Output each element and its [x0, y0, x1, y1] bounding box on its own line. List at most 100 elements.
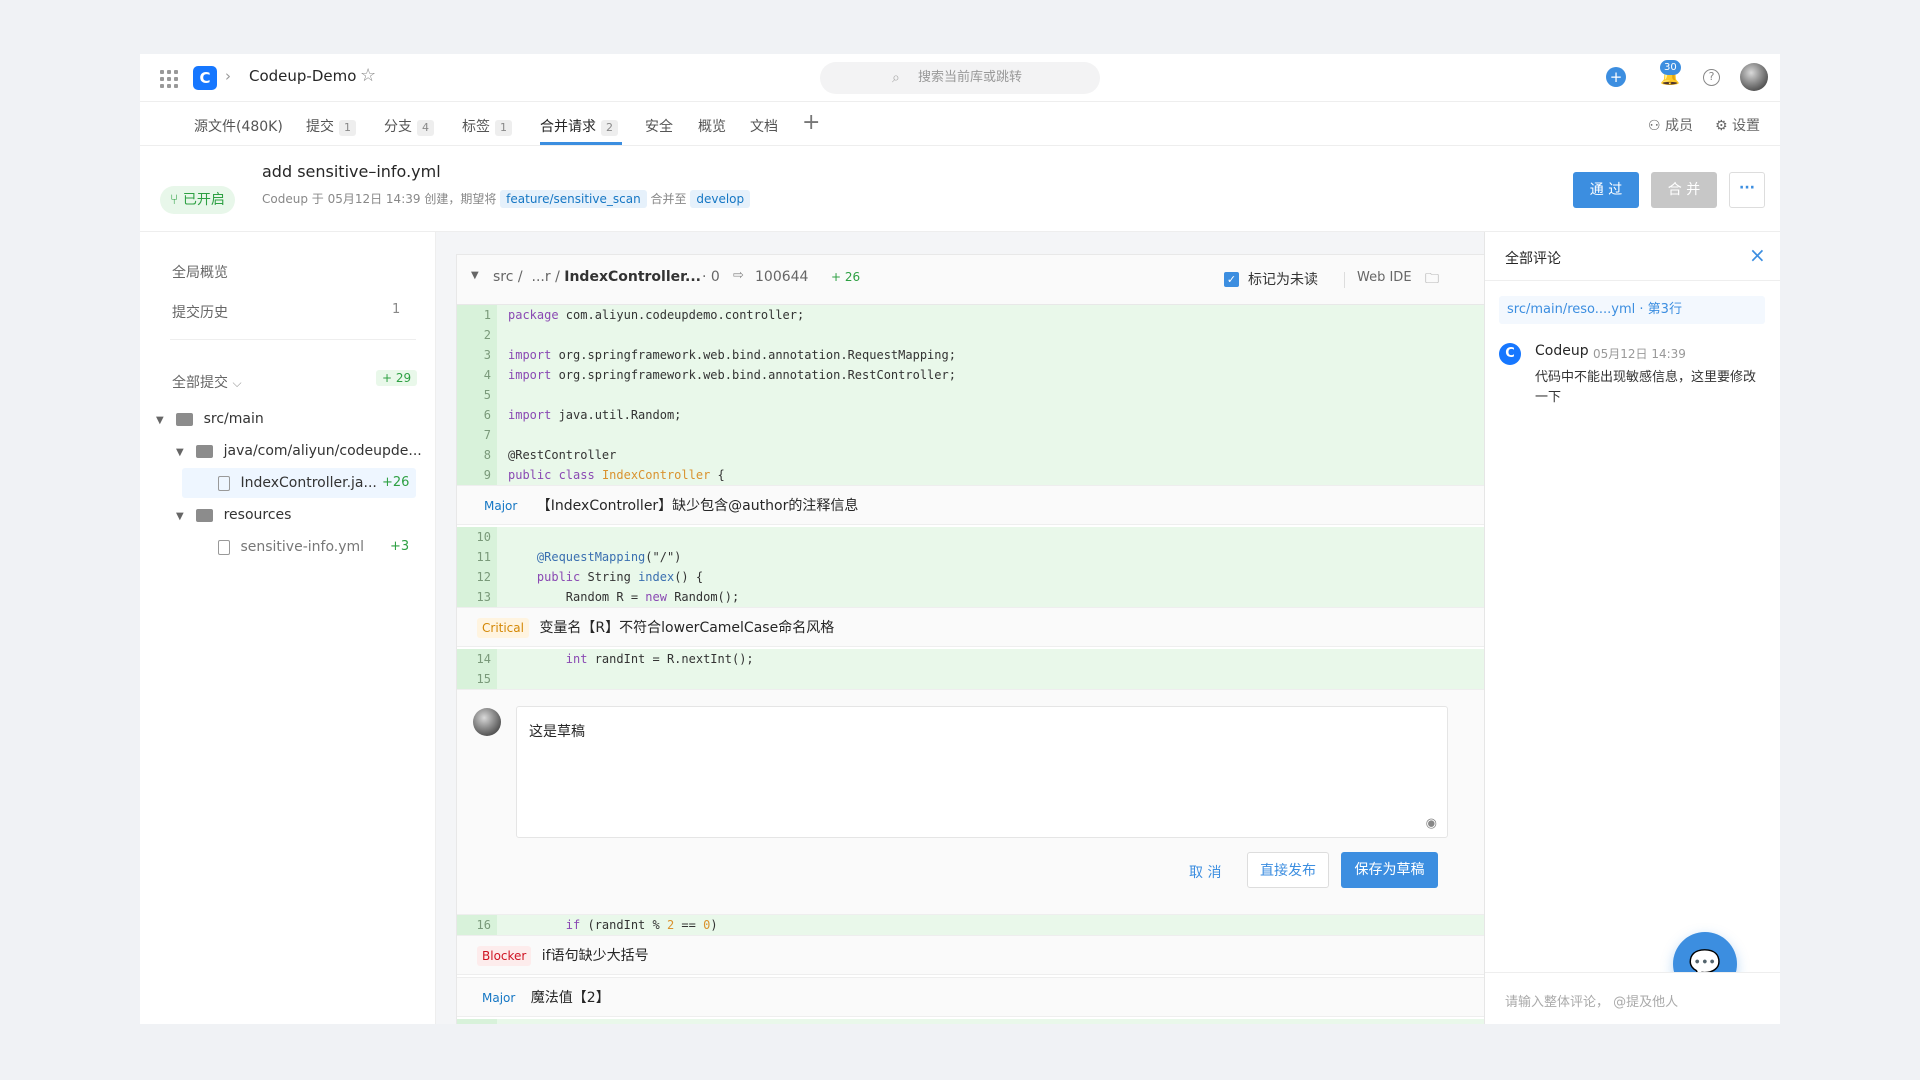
code-line: 7: [457, 425, 1581, 445]
active-tab-indicator: [540, 142, 622, 145]
tree-file-indexcontroller[interactable]: IndexController.ja... +26: [182, 468, 416, 498]
commenter-avatar: [473, 708, 501, 736]
arrow-right-icon: ⇨: [733, 268, 744, 283]
mr-meta: Codeup 于 05月12日 14:39 创建，期望将 feature/sen…: [262, 190, 751, 208]
code-line: 16 if (randInt % 2 == 0): [457, 915, 1581, 935]
file-path: src / ...r / IndexController...: [493, 269, 702, 285]
code-line: 4 import org.springframework.web.bind.ann…: [457, 365, 1581, 385]
cancel-button[interactable]: 取 消: [1189, 862, 1221, 882]
code-line: 1 package com.aliyun.codeupdemo.controlle…: [457, 305, 1581, 325]
caret-down-icon: ▼: [176, 447, 184, 458]
preview-eye-icon[interactable]: ◉: [1426, 816, 1437, 831]
caret-down-icon: ▼: [156, 415, 164, 426]
tab-security[interactable]: 安全: [645, 116, 673, 136]
all-commits-count: + 29: [376, 370, 418, 386]
repo-name[interactable]: Codeup-Demo: [249, 67, 356, 85]
file-icon: [218, 539, 230, 555]
settings-link[interactable]: ⚙ 设置: [1715, 115, 1760, 135]
comment-time: 05月12日 14:39: [1593, 347, 1686, 361]
code-line: 10: [457, 527, 1581, 547]
code-line: 12 public String index() {: [457, 567, 1581, 587]
all-commits-dropdown[interactable]: 全部提交 ⌵: [172, 372, 242, 392]
code-issue: Blocker if语句缺少大括号 详 情: [457, 935, 1581, 975]
tab-files[interactable]: 源文件(480K): [194, 116, 283, 136]
code-line: 11 @RequestMapping("/"): [457, 547, 1581, 567]
code-line: 6 import java.util.Random;: [457, 405, 1581, 425]
folder-icon: [176, 412, 194, 426]
comment-author: Codeup: [1535, 343, 1589, 359]
merge-icon: ⑂: [170, 192, 179, 208]
draft-text: 这是草稿: [529, 724, 585, 740]
file-diff: ▼ src / ...r / IndexController... · 0 ⇨ …: [456, 254, 1582, 1024]
members-link[interactable]: ⚇ 成员: [1648, 115, 1693, 135]
source-branch-tag[interactable]: feature/sensitive_scan: [500, 190, 647, 208]
target-branch-tag[interactable]: develop: [690, 190, 751, 208]
tab-tags[interactable]: 标签 1: [462, 116, 512, 136]
search-placeholder: 搜索当前库或跳转: [918, 70, 1023, 85]
mark-unread-checkbox[interactable]: ✓: [1224, 272, 1239, 287]
codeup-bot-avatar: C: [1499, 343, 1521, 365]
merge-button[interactable]: 合 并: [1651, 172, 1717, 208]
divider: [1344, 272, 1345, 288]
user-avatar[interactable]: [1740, 63, 1768, 91]
file-mode-new: 100644: [755, 269, 809, 285]
history-link[interactable]: 提交历史: [172, 302, 228, 322]
tree-folder-src-main[interactable]: ▼ src/main: [156, 404, 426, 434]
approve-button[interactable]: 通 过: [1573, 172, 1639, 208]
caret-down-icon: ▼: [176, 511, 184, 522]
mr-title: add sensitive–info.yml: [262, 162, 441, 181]
tab-branches[interactable]: 分支 4: [384, 116, 434, 136]
gear-icon: ⚙: [1715, 118, 1728, 134]
code-line: 8 @RestController: [457, 445, 1581, 465]
divider: [170, 339, 416, 340]
comment-input[interactable]: 请输入整体评论， @提及他人: [1485, 972, 1780, 1024]
tree-folder-resources[interactable]: ▼ resources: [176, 500, 426, 530]
tab-overview[interactable]: 概览: [698, 116, 726, 136]
search-input[interactable]: ⌕ 搜索当前库或跳转: [820, 62, 1100, 94]
add-tab-icon[interactable]: +: [802, 110, 820, 135]
merge-request-header: ⑂ 已开启 add sensitive–info.yml Codeup 于 05…: [140, 146, 1780, 232]
file-icon: [218, 475, 230, 491]
comment-file-reference[interactable]: src/main/reso....yml · 第3行: [1499, 296, 1765, 324]
divider: [1485, 280, 1780, 281]
chevron-down-icon: ⌵: [232, 376, 242, 390]
issue-text: if语句缺少大括号: [541, 948, 649, 964]
tab-commits[interactable]: 提交 1: [306, 116, 356, 136]
create-plus-icon[interactable]: +: [1606, 67, 1626, 87]
issue-text: 魔法值【2】: [530, 990, 610, 1006]
app-window: C › Codeup-Demo ☆ ⌕ 搜索当前库或跳转 + 🔔 30 ? 源文…: [140, 54, 1780, 1024]
web-ide-link[interactable]: Web IDE: [1357, 270, 1412, 285]
draft-textarea[interactable]: 这是草稿 ◉: [516, 706, 1448, 838]
tree-file-sensitive-info[interactable]: sensitive-info.yml +3: [182, 532, 416, 562]
comment-input-placeholder: 请输入整体评论， @提及他人: [1505, 995, 1679, 1010]
collapse-caret-icon[interactable]: ▼: [471, 270, 479, 281]
code-issue: Major 【IndexController】缺少包含@author的注释信息 …: [457, 485, 1581, 525]
tree-folder-java[interactable]: ▼ java/com/aliyun/codeupde...: [176, 436, 426, 466]
status-badge: ⑂ 已开启: [160, 186, 235, 214]
file-mode-old: · 0: [702, 269, 720, 285]
severity-badge: Critical: [477, 618, 529, 638]
code-issue: Major 魔法值【2】 详 情: [457, 977, 1581, 1017]
overview-link[interactable]: 全局概览: [172, 262, 228, 282]
star-icon[interactable]: ☆: [360, 65, 376, 86]
comments-panel: 全部评论 × src/main/reso....yml · 第3行 C Code…: [1484, 232, 1780, 1024]
more-actions-button[interactable]: ···: [1729, 172, 1765, 208]
help-icon[interactable]: ?: [1703, 69, 1720, 86]
draft-comment-area: 这是草稿 ◉ 取 消 直接发布 保存为草稿: [457, 689, 1581, 915]
comment-body: 代码中不能出现敏感信息，这里要修改一下: [1535, 370, 1757, 405]
mark-unread-label: 标记为未读: [1248, 272, 1318, 288]
tab-docs[interactable]: 文档: [750, 116, 778, 136]
issue-text: 变量名【R】不符合lowerCamelCase命名风格: [539, 620, 835, 636]
save-draft-button[interactable]: 保存为草稿: [1341, 852, 1438, 888]
folder-open-icon[interactable]: 🗀: [1425, 268, 1439, 292]
close-icon[interactable]: ×: [1749, 243, 1766, 267]
apps-grid-icon[interactable]: [160, 70, 178, 88]
publish-button[interactable]: 直接发布: [1247, 852, 1329, 888]
code-line: 17: [457, 1019, 1581, 1024]
code-issue: Critical 变量名【R】不符合lowerCamelCase命名风格 详 情: [457, 607, 1581, 647]
search-icon: ⌕: [892, 70, 900, 86]
history-count: 1: [392, 302, 401, 317]
code-line: 2: [457, 325, 1581, 345]
codeup-logo[interactable]: C: [193, 66, 217, 90]
tab-merge-requests[interactable]: 合并请求 2: [540, 116, 618, 136]
